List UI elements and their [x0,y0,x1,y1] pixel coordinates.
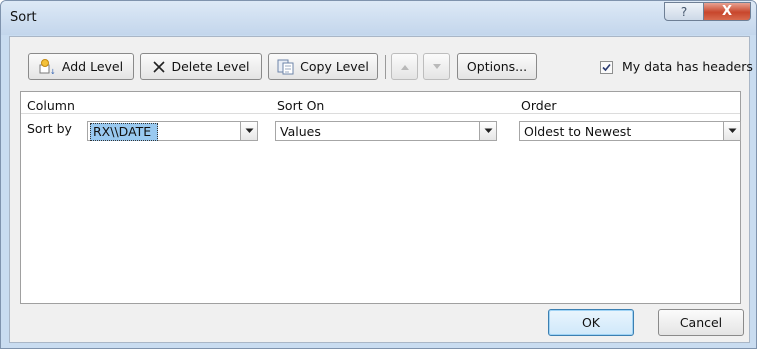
delete-level-label: Delete Level [171,59,250,74]
sort-on-select-value: Values [280,124,321,139]
cancel-button[interactable]: Cancel [658,309,744,336]
column-dropdown-button[interactable] [240,122,257,140]
title-bar[interactable]: Sort ? X [1,1,756,35]
move-up-button[interactable] [391,53,418,80]
ok-label: OK [581,315,601,330]
close-icon: X [721,4,733,19]
order-header: Order [521,98,557,113]
arrow-up-icon [400,63,410,71]
ok-button[interactable]: OK [548,309,634,336]
column-select[interactable]: RX\\DATE [87,121,258,141]
headers-checkbox-label[interactable]: My data has headers [622,59,753,74]
sort-by-label: Sort by [27,121,72,136]
sort-on-dropdown-button[interactable] [479,122,496,140]
sort-dialog: Sort ? X ↓ Add Level Delete Level Copy L… [0,0,757,349]
copy-icon [277,59,295,75]
arrow-down-icon [432,63,442,71]
chevron-down-icon [728,128,736,133]
column-header: Column [27,98,75,113]
options-label: Options... [466,59,528,74]
copy-level-label: Copy Level [300,59,369,74]
headers-checkbox[interactable] [600,61,613,74]
delete-level-button[interactable]: Delete Level [140,53,262,80]
sort-levels-grid: Column Sort On Order Sort by RX\\DATE Va… [20,91,741,304]
svg-text:↓: ↓ [50,68,56,75]
add-level-label: Add Level [61,59,124,74]
help-button[interactable]: ? [664,2,704,21]
copy-level-button[interactable]: Copy Level [268,53,378,80]
order-select[interactable]: Oldest to Newest [519,121,741,141]
delete-x-icon [152,60,166,74]
dialog-body: ↓ Add Level Delete Level Copy Level Opti… [9,36,753,343]
dialog-title: Sort [10,10,37,25]
chevron-down-icon [245,128,253,133]
add-level-button[interactable]: ↓ Add Level [28,53,134,80]
sort-on-select[interactable]: Values [275,121,497,141]
sort-on-header: Sort On [277,98,325,113]
options-button[interactable]: Options... [457,53,537,80]
toolbar-divider [385,55,386,79]
move-down-button[interactable] [423,53,450,80]
chevron-down-icon [484,128,492,133]
column-select-value: RX\\DATE [90,123,159,141]
cancel-label: Cancel [679,315,723,330]
help-icon: ? [680,4,688,19]
close-button[interactable]: X [703,2,751,21]
header-divider [21,113,740,114]
checkmark-icon [602,63,611,72]
add-level-icon: ↓ [39,58,57,75]
order-dropdown-button[interactable] [723,122,740,140]
order-select-value: Oldest to Newest [524,124,632,139]
